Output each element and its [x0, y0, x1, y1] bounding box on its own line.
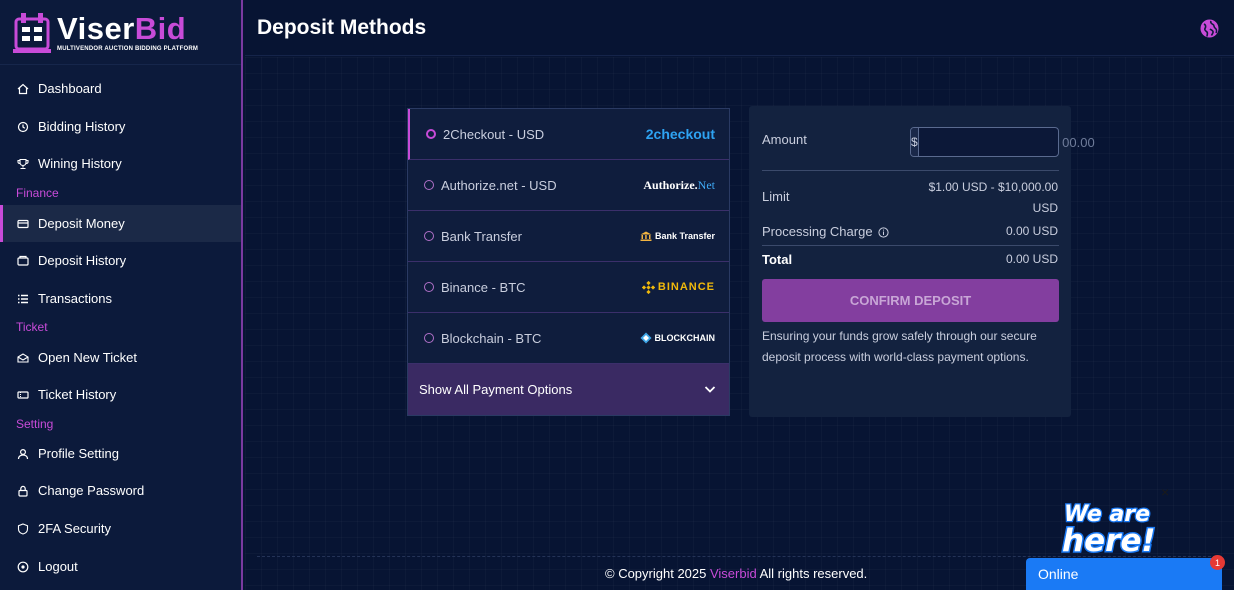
payment-method-bank-transfer[interactable]: Bank Transfer Bank Transfer — [408, 211, 729, 262]
payment-method-label: Bank Transfer — [441, 228, 522, 244]
globe-icon[interactable] — [1200, 19, 1219, 38]
payment-method-label: 2Checkout - USD — [443, 126, 545, 142]
history-icon — [17, 121, 29, 133]
chat-unread-badge: 1 — [1210, 555, 1225, 570]
list-icon — [17, 293, 29, 305]
payment-method-binance[interactable]: Binance - BTC BINANCE — [408, 262, 729, 313]
payment-method-label: Authorize.net - USD — [441, 177, 557, 193]
sidebar-item-ticket-history[interactable]: Ticket History — [0, 376, 241, 413]
user-icon — [17, 448, 29, 460]
blockchain-icon — [640, 332, 652, 344]
top-header: Deposit Methods — [245, 0, 1234, 56]
sidebar-item-logout[interactable]: Logout — [0, 548, 241, 585]
ticket-open-icon — [17, 352, 29, 364]
sidebar: ViserBid MULTIVENDOR AUCTION BIDDING PLA… — [0, 0, 243, 590]
binance-logo: BINANCE — [641, 280, 715, 294]
info-icon[interactable] — [877, 226, 889, 238]
brand-name: ViserBid — [57, 11, 187, 46]
blockchain-logo: BLOCKCHAIN — [640, 332, 715, 344]
sidebar-section-finance: Finance — [16, 186, 59, 200]
close-icon[interactable]: × — [1161, 484, 1169, 500]
sidebar-item-wining-history[interactable]: Wining History — [0, 145, 241, 182]
2checkout-logo: 2checkout — [645, 126, 715, 142]
processing-charge-label: Processing Charge — [762, 224, 889, 239]
sidebar-item-label: Deposit Money — [38, 216, 125, 231]
trophy-icon — [17, 158, 29, 170]
sidebar-item-label: Transactions — [38, 291, 112, 306]
payment-method-blockchain[interactable]: Blockchain - BTC BLOCKCHAIN — [408, 313, 729, 364]
chat-online-bar[interactable]: Online — [1026, 558, 1222, 590]
brand-logo[interactable]: ViserBid MULTIVENDOR AUCTION BIDDING PLA… — [13, 12, 198, 54]
sidebar-item-deposit-money[interactable]: Deposit Money — [0, 205, 241, 242]
payment-method-authorize-net[interactable]: Authorize.net - USD Authorize.Net — [408, 160, 729, 211]
binance-icon — [641, 280, 655, 294]
sidebar-item-label: Deposit History — [38, 253, 127, 268]
chevron-down-icon — [704, 382, 716, 394]
chat-status: Online — [1038, 566, 1079, 582]
home-icon — [17, 83, 29, 95]
payment-method-label: Blockchain - BTC — [441, 330, 542, 346]
sidebar-item-profile-setting[interactable]: Profile Setting — [0, 435, 241, 472]
sidebar-item-label: Open New Ticket — [38, 350, 137, 365]
radio-icon[interactable] — [424, 282, 434, 292]
show-all-label: Show All Payment Options — [419, 382, 573, 397]
wallet-icon — [17, 218, 29, 230]
ticket-icon — [17, 389, 29, 401]
sidebar-item-open-new-ticket[interactable]: Open New Ticket — [0, 339, 241, 376]
limit-label: Limit — [762, 189, 790, 204]
radio-icon[interactable] — [424, 333, 434, 343]
payment-method-2checkout[interactable]: 2Checkout - USD 2checkout — [408, 109, 729, 160]
sidebar-item-change-password[interactable]: Change Password — [0, 472, 241, 509]
sidebar-item-bidding-history[interactable]: Bidding History — [0, 108, 241, 145]
sidebar-section-setting: Setting — [16, 417, 54, 431]
sidebar-item-label: Bidding History — [38, 119, 126, 134]
sidebar-section-ticket: Ticket — [16, 320, 48, 334]
banner-text-line2: here! — [1062, 523, 1156, 557]
sidebar-item-label: 2FA Security — [38, 521, 111, 536]
currency-prefix: $ — [911, 128, 919, 156]
divider — [762, 245, 1059, 246]
deposit-history-icon — [17, 255, 29, 267]
lock-icon — [17, 485, 29, 497]
sidebar-item-label: Ticket History — [38, 387, 117, 402]
processing-charge-value: 0.00 USD — [1005, 224, 1058, 238]
total-label: Total — [762, 252, 793, 267]
sidebar-item-transactions[interactable]: Transactions — [0, 280, 241, 317]
radio-selected-icon[interactable] — [426, 129, 436, 139]
sidebar-item-deposit-history[interactable]: Deposit History — [0, 242, 241, 279]
sidebar-divider — [0, 64, 241, 65]
sidebar-item-label: Wining History — [38, 156, 122, 171]
sidebar-item-dashboard[interactable]: Dashboard — [0, 70, 241, 107]
shield-icon — [17, 522, 29, 535]
deposit-summary-card: Amount $ Limit $1.00 USD - $10,000.00USD… — [749, 106, 1101, 417]
sidebar-item-label: Change Password — [38, 483, 145, 498]
deposit-note: Ensuring your funds grow safely through … — [762, 329, 1037, 364]
footer-copyright: © Copyright 2025 Viserbid All rights res… — [605, 566, 868, 581]
sidebar-item-label: Profile Setting — [38, 446, 119, 461]
chat-we-are-here-banner[interactable]: We are here! — [1060, 497, 1180, 561]
divider — [762, 170, 1059, 171]
logout-icon — [17, 561, 29, 573]
sidebar-item-2fa-security[interactable]: 2FA Security — [0, 510, 241, 547]
bank-icon — [640, 231, 652, 241]
payment-method-list: 2Checkout - USD 2checkout Authorize.net … — [407, 108, 730, 416]
sidebar-item-label: Dashboard — [38, 81, 102, 96]
amount-input[interactable] — [918, 128, 1101, 156]
amount-label: Amount — [762, 132, 807, 147]
authorize-net-logo: Authorize.Net — [643, 177, 715, 192]
brand-tagline: MULTIVENDOR AUCTION BIDDING PLATFORM — [57, 46, 199, 52]
show-all-payment-options-button[interactable]: Show All Payment Options — [408, 364, 729, 415]
total-value: 0.00 USD — [1005, 252, 1058, 266]
page-title: Deposit Methods — [257, 16, 427, 39]
limit-value: $1.00 USD - $10,000.00 USD — [928, 180, 1058, 215]
sidebar-item-label: Logout — [38, 559, 78, 574]
bank-transfer-logo: Bank Transfer — [640, 231, 715, 241]
logo-icon — [13, 13, 51, 53]
radio-icon[interactable] — [424, 180, 434, 190]
radio-icon[interactable] — [424, 231, 434, 241]
confirm-deposit-button[interactable]: CONFIRM DEPOSIT — [762, 279, 1059, 322]
footer-brand-link[interactable]: Viserbid — [710, 566, 757, 581]
amount-input-group: $ — [910, 127, 1101, 157]
payment-method-label: Binance - BTC — [441, 279, 526, 295]
